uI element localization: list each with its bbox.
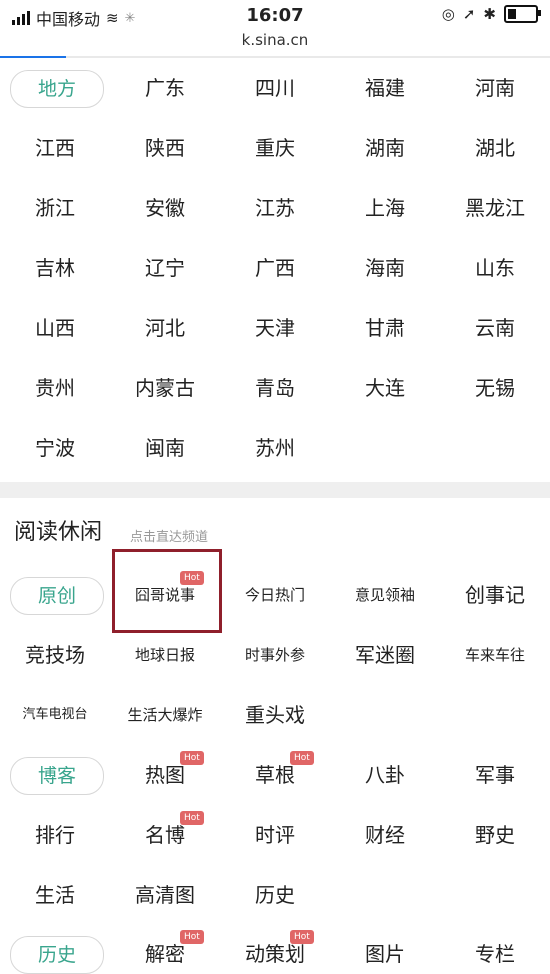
channel-link[interactable]: 河北 [110, 308, 220, 348]
channel-link[interactable]: 财经 [330, 815, 440, 855]
channel-link[interactable]: 青岛 [220, 368, 330, 408]
channel-link[interactable]: 野史 [440, 815, 550, 855]
section-hint: 点击直达频道 [130, 530, 209, 545]
category-pill-original[interactable]: 原创 [10, 577, 104, 615]
address-bar[interactable]: k.sina.cn [0, 31, 550, 49]
section-title-leisure: 阅读休闲 [14, 520, 103, 545]
channel-link[interactable]: 黑龙江 [440, 188, 550, 228]
channel-link[interactable]: 四川 [220, 68, 330, 108]
hot-badge: Hot [180, 751, 204, 765]
channel-link[interactable]: 热图 Hot [110, 751, 220, 795]
channel-link[interactable]: 贵州 [0, 368, 110, 408]
channel-link[interactable]: 汽车电视台 [0, 695, 110, 735]
channel-link[interactable]: 江西 [0, 128, 110, 168]
channel-link[interactable]: 历史 [220, 875, 330, 915]
channel-link[interactable]: 大连 [330, 368, 440, 408]
category-pill-blog[interactable]: 博客 [10, 757, 104, 795]
channel-link[interactable]: 重头戏 [220, 695, 330, 735]
channel-link[interactable]: 湖北 [440, 128, 550, 168]
channel-link[interactable]: 上海 [330, 188, 440, 228]
channel-link[interactable]: 福建 [330, 68, 440, 108]
hot-badge: Hot [290, 751, 314, 765]
battery-icon [504, 5, 541, 23]
channel-link[interactable]: 草根 Hot [220, 751, 330, 795]
channel-link[interactable]: 陕西 [110, 128, 220, 168]
channel-link[interactable]: 安徽 [110, 188, 220, 228]
channel-link[interactable]: 重庆 [220, 128, 330, 168]
channel-link[interactable]: 解密 Hot [110, 930, 220, 974]
channel-link[interactable]: 生活 [0, 875, 110, 915]
status-icons: ◎ ➚ ✱ [441, 5, 541, 23]
channel-link[interactable]: 图片 [330, 934, 440, 974]
channel-link[interactable]: 时事外参 [220, 635, 330, 675]
channel-link[interactable]: 军事 [440, 755, 550, 795]
channel-link[interactable]: 意见领袖 [330, 575, 440, 615]
status-bar: 中国移动 ≋ ✳ 16:07 ◎ ➚ ✱ [0, 0, 550, 30]
channel-link[interactable]: 无锡 [440, 368, 550, 408]
channel-link[interactable]: 闽南 [110, 428, 220, 468]
channel-link[interactable]: 内蒙古 [110, 368, 220, 408]
channel-link[interactable]: 地球日报 [110, 635, 220, 675]
page-load-progress [0, 56, 550, 58]
channel-link[interactable]: 动策划 Hot [220, 930, 330, 974]
channel-link[interactable]: 广西 [220, 248, 330, 288]
channel-link[interactable]: 广东 [110, 68, 220, 108]
bluetooth-icon: ✱ [483, 5, 496, 23]
hot-badge: Hot [180, 811, 204, 825]
channel-link[interactable]: 山西 [0, 308, 110, 348]
channel-link[interactable]: 专栏 [440, 934, 550, 974]
channel-link[interactable]: 生活大爆炸 [110, 695, 220, 735]
channel-link[interactable]: 八卦 [330, 755, 440, 795]
channel-link[interactable]: 名博 Hot [110, 811, 220, 855]
channel-link[interactable]: 甘肃 [330, 308, 440, 348]
channel-link[interactable]: 车来车往 [440, 635, 550, 675]
channel-link[interactable]: 山东 [440, 248, 550, 288]
channel-link[interactable]: 浙江 [0, 188, 110, 228]
channel-link[interactable]: 江苏 [220, 188, 330, 228]
location-icon: ➚ [462, 5, 476, 23]
channel-link[interactable]: 排行 [0, 815, 110, 855]
page-load-progress-fill [0, 56, 66, 58]
channel-link[interactable]: 天津 [220, 308, 330, 348]
hot-badge: Hot [290, 930, 314, 944]
category-pill-regions[interactable]: 地方 [10, 70, 104, 108]
category-pill-history[interactable]: 历史 [10, 936, 104, 974]
channel-link[interactable]: 时评 [220, 815, 330, 855]
channel-link[interactable]: 海南 [330, 248, 440, 288]
channel-link[interactable]: 创事记 [440, 575, 550, 615]
highlight-box [112, 549, 222, 633]
channel-link[interactable]: 湖南 [330, 128, 440, 168]
channel-link[interactable]: 苏州 [220, 428, 330, 468]
channel-link[interactable]: 宁波 [0, 428, 110, 468]
channel-link[interactable]: 云南 [440, 308, 550, 348]
channel-link[interactable]: 今日热门 [220, 575, 330, 615]
channel-link[interactable]: 高清图 [110, 875, 220, 915]
lock-rotation-icon: ◎ [441, 5, 455, 23]
channel-link[interactable]: 竞技场 [0, 635, 110, 675]
channel-link[interactable]: 军迷圈 [330, 635, 440, 675]
hot-badge: Hot [180, 930, 204, 944]
channel-link[interactable]: 河南 [440, 68, 550, 108]
channel-link[interactable]: 吉林 [0, 248, 110, 288]
channel-link[interactable]: 辽宁 [110, 248, 220, 288]
section-divider [0, 482, 550, 498]
